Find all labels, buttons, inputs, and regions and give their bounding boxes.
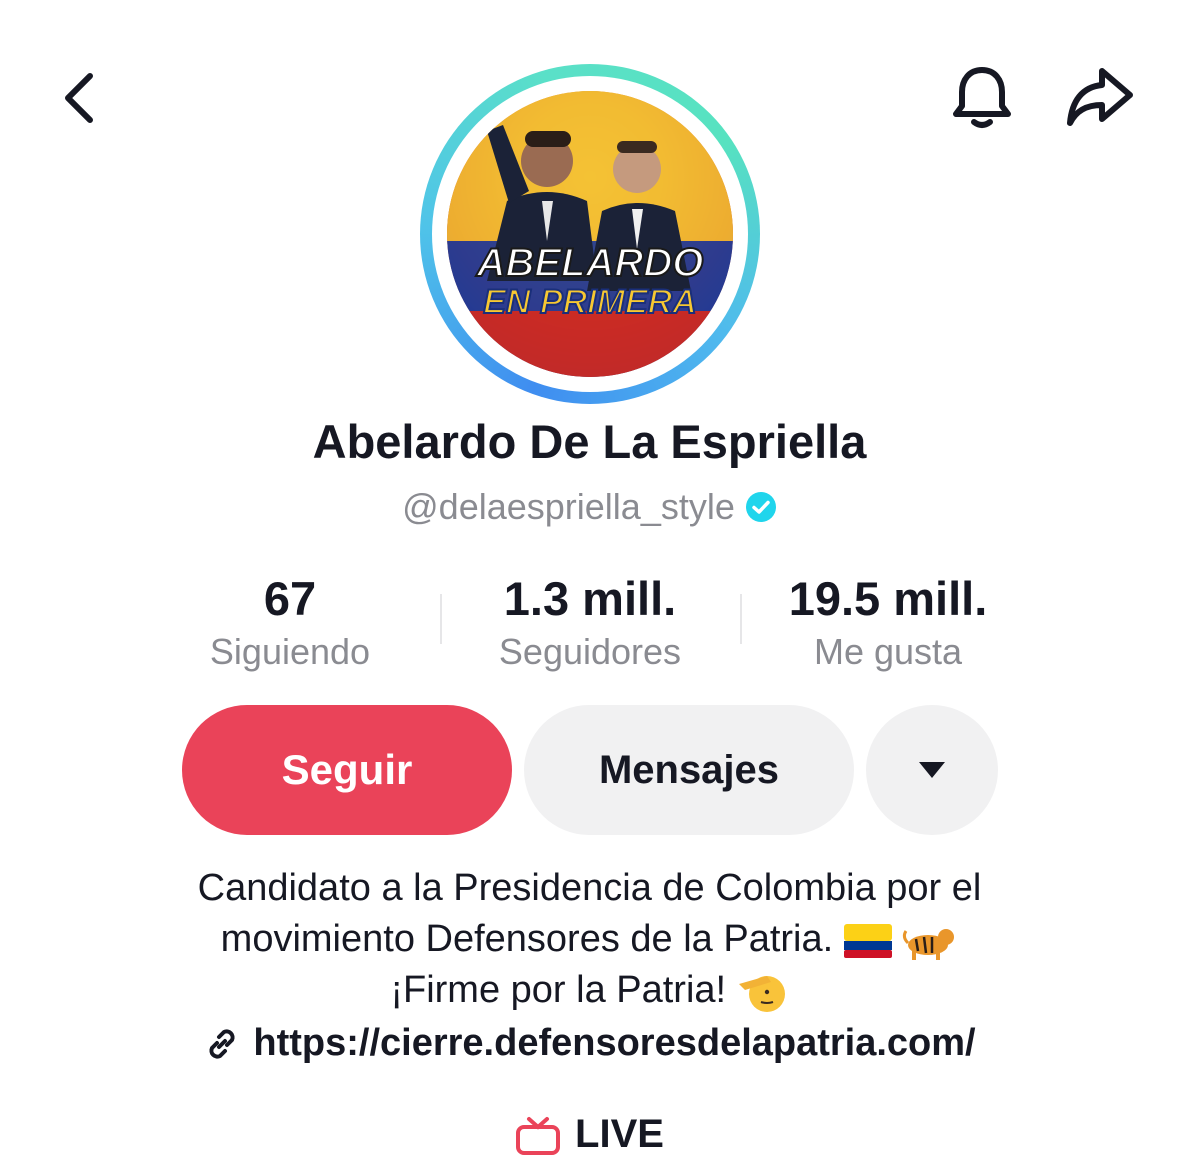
following-label: Siguiendo xyxy=(209,631,371,672)
bio-line: movimiento Defensores de la Patria. xyxy=(0,913,1179,965)
username-handle: @delaespriella_style xyxy=(402,486,735,527)
avatar-subtitle: EN PRIMERA xyxy=(483,283,696,321)
share-button[interactable] xyxy=(1058,55,1142,139)
bio-text: Candidato a la Presidencia de Colombia p… xyxy=(197,867,982,909)
avatar-ring: ABELARDO EN PRIMERA xyxy=(420,64,760,404)
verified-badge-icon xyxy=(745,492,776,522)
live-label: LIVE xyxy=(575,1112,664,1156)
chevron-left-icon xyxy=(65,73,93,123)
tiger-icon xyxy=(903,928,955,960)
live-badge[interactable]: LIVE xyxy=(0,1112,1179,1157)
handle-row: @delaespriella_style xyxy=(0,486,1179,528)
saluting-face-icon xyxy=(738,975,785,1012)
back-button[interactable] xyxy=(40,58,120,138)
message-button[interactable]: Mensajes xyxy=(524,705,854,835)
avatar[interactable]: ABELARDO EN PRIMERA xyxy=(447,91,733,377)
following-count: 67 xyxy=(263,572,317,625)
notifications-button[interactable] xyxy=(940,55,1024,139)
followers-label: Seguidores xyxy=(498,631,682,672)
follow-button[interactable]: Seguir xyxy=(182,705,512,835)
bell-icon xyxy=(953,67,1011,128)
avatar-title: ABELARDO xyxy=(476,241,704,285)
more-options-button[interactable] xyxy=(866,705,998,835)
bio-link-text[interactable]: https://cierre.defensoresdelapatria.com/ xyxy=(253,1022,975,1065)
live-tv-icon xyxy=(516,1116,561,1155)
stat-divider xyxy=(440,594,442,644)
link-icon xyxy=(209,1028,235,1059)
bio-text: movimiento Defensores de la Patria. xyxy=(220,918,834,960)
stat-likes: 19.5 mill. Me gusta xyxy=(758,572,1018,674)
colombia-flag-icon xyxy=(843,923,892,958)
stat-following[interactable]: 67 Siguiendo xyxy=(160,572,420,674)
likes-label: Me gusta xyxy=(813,631,963,672)
bio-text: ¡Firme por la Patria! xyxy=(390,969,727,1011)
display-name: Abelardo De La Espriella xyxy=(312,415,867,468)
stat-divider xyxy=(740,594,742,644)
followers-count: 1.3 mill. xyxy=(503,572,677,625)
avatar-artwork: ABELARDO EN PRIMERA xyxy=(447,91,733,377)
caret-down-icon xyxy=(919,762,945,778)
bio-line: ¡Firme por la Patria! xyxy=(0,964,1179,1016)
share-arrow-icon xyxy=(1067,68,1133,126)
bio-line: Candidato a la Presidencia de Colombia p… xyxy=(0,862,1179,914)
bio-link[interactable]: https://cierre.defensoresdelapatria.com/ xyxy=(0,1022,1179,1065)
stat-followers[interactable]: 1.3 mill. Seguidores xyxy=(460,572,720,674)
likes-count: 19.5 mill. xyxy=(788,572,988,625)
